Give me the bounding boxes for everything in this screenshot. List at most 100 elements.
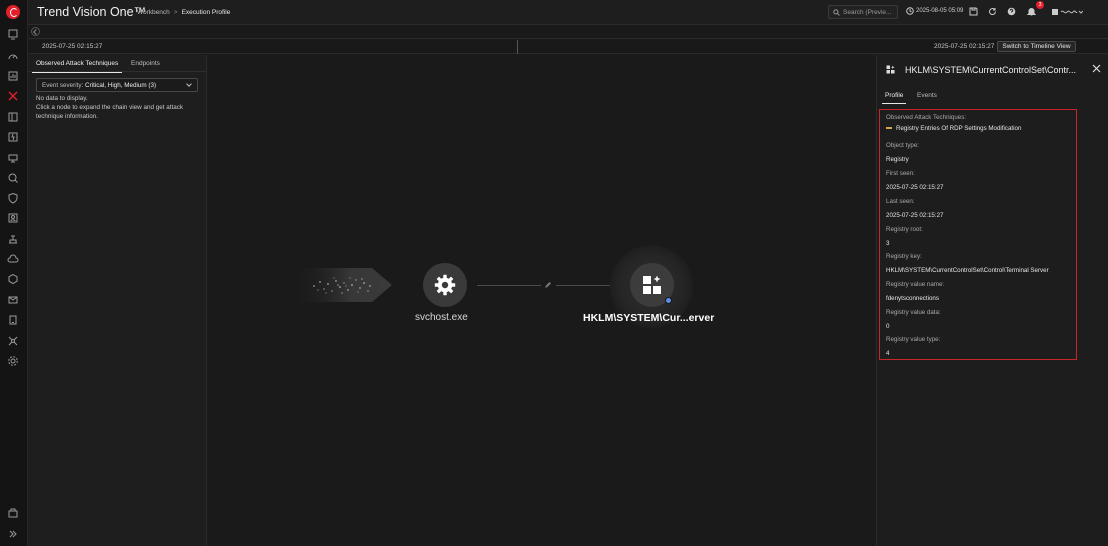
clock-icon xyxy=(906,7,914,15)
notifications-badge: 3 xyxy=(1036,1,1044,9)
gear-icon xyxy=(434,274,456,296)
prop-registry-value-data: Registry value data: 0 xyxy=(886,309,941,330)
registry-icon xyxy=(886,65,895,74)
marketplace-icon[interactable] xyxy=(7,507,19,519)
prop-label: First seen: xyxy=(886,170,915,177)
switch-to-timeline-button[interactable]: Switch to Timeline View xyxy=(997,41,1076,52)
prop-registry-root: Registry root: 3 xyxy=(886,226,923,247)
prop-value: 2025-07-25 02:15:27 xyxy=(886,212,944,219)
zero-trust-icon[interactable] xyxy=(7,335,19,347)
email-icon[interactable] xyxy=(7,294,19,306)
search-query-icon[interactable] xyxy=(7,172,19,184)
prop-last-seen: Last seen: 2025-07-25 02:15:27 xyxy=(886,198,943,219)
global-search-input[interactable]: Search (Previe... xyxy=(828,5,898,19)
prop-object-type: Object type: Registry xyxy=(886,142,919,163)
xdr-icon[interactable] xyxy=(7,90,19,102)
timeline-start: 2025-07-25 02:15:27 xyxy=(42,43,103,50)
tab-profile[interactable]: Profile xyxy=(881,92,907,104)
mobile-icon[interactable] xyxy=(7,314,19,326)
prop-label: Registry value name: xyxy=(886,281,945,288)
prop-value: 3 xyxy=(886,240,890,247)
breadcrumb-current: Execution Profile xyxy=(181,9,231,16)
prop-label: Object type: xyxy=(886,142,920,149)
technique-name: Registry Entries Of RDP Settings Modific… xyxy=(896,125,1022,132)
technique-link[interactable]: Registry Entries Of RDP Settings Modific… xyxy=(886,125,1021,132)
help-icon[interactable] xyxy=(1007,7,1016,16)
timeline-bar: 2025-07-25 02:15:27 2025-07-25 02:15:27 … xyxy=(28,40,1108,54)
prop-registry-value-type: Registry value type: 4 xyxy=(886,336,940,357)
object-details-panel: HKLM\SYSTEM\CurrentControlSet\Contr... P… xyxy=(876,55,1108,546)
user-account-menu[interactable] xyxy=(1051,7,1084,17)
settings-gear-icon[interactable] xyxy=(7,355,19,367)
identity-icon[interactable] xyxy=(7,212,19,224)
breadcrumb: Workbench > Execution Profile xyxy=(137,9,230,16)
left-panel-tabs: Observed Attack Techniques Endpoints xyxy=(28,55,207,73)
prop-registry-value-name: Registry value name: fdenytsconnections xyxy=(886,281,944,302)
search-icon xyxy=(833,9,840,16)
severity-bar-icon xyxy=(886,127,892,130)
dashboard-icon[interactable] xyxy=(7,28,19,40)
prop-label: Registry value type: xyxy=(886,336,941,343)
severity-label: Event severity: xyxy=(42,82,84,89)
prop-value: 0 xyxy=(886,323,890,330)
account-icon xyxy=(1052,9,1084,15)
registry-node-label: HKLM\SYSTEM\Cur...erver xyxy=(583,312,715,324)
reports-icon[interactable] xyxy=(7,70,19,82)
notifications-bell-icon[interactable] xyxy=(1026,7,1037,16)
search-placeholder: Search (Previe... xyxy=(843,9,892,16)
breadcrumb-separator: > xyxy=(173,9,178,16)
no-data-text: No data to display. xyxy=(36,95,88,102)
endpoint-icon[interactable] xyxy=(7,152,19,164)
svchost-node-label: svchost.exe xyxy=(415,312,468,323)
profile-properties-box: Observed Attack Techniques: Registry Ent… xyxy=(879,109,1077,360)
execution-graph-canvas[interactable]: svchost.exe HKLM\SYSTEM\Cur...erver xyxy=(207,55,876,546)
close-icon[interactable] xyxy=(1092,64,1101,73)
prop-observed-attack-techniques: Observed Attack Techniques: Registry Ent… xyxy=(886,114,1021,132)
refresh-icon[interactable] xyxy=(988,7,997,16)
severity-value: Critical, High, Medium (3) xyxy=(85,82,157,89)
details-tabs: Profile Events xyxy=(877,90,1108,104)
empty-state-message: No data to display. Click a node to expa… xyxy=(36,94,196,121)
hint-text: Click a node to expand the chain view an… xyxy=(36,104,184,120)
prop-label: Registry value data: xyxy=(886,309,941,316)
prop-value: HKLM\SYSTEM\CurrentControlSet\Control\Te… xyxy=(886,267,1049,274)
left-nav-rail xyxy=(0,0,28,546)
edge-line xyxy=(477,285,541,286)
clock-time: 2025-08-05 05:09 xyxy=(916,8,964,14)
container-icon[interactable] xyxy=(7,273,19,285)
shield-icon[interactable] xyxy=(7,192,19,204)
registry-icon xyxy=(643,275,661,294)
app-title: Trend Vision One™ xyxy=(37,5,147,19)
prop-label: Registry key: xyxy=(886,253,922,260)
trend-logo-icon[interactable] xyxy=(6,5,20,19)
timeline-slider-handle[interactable] xyxy=(517,40,518,54)
top-bar: Trend Vision One™ Workbench > Execution Pr… xyxy=(28,0,1108,25)
prop-value: 4 xyxy=(886,350,890,357)
workbench-icon[interactable] xyxy=(7,111,19,123)
gauge-icon[interactable] xyxy=(7,50,19,62)
clock-display[interactable]: 2025-08-05 05:09 xyxy=(906,7,964,15)
collapse-panel-button[interactable] xyxy=(31,27,40,36)
prop-value: 2025-07-25 02:15:27 xyxy=(886,184,944,191)
prop-label: Last seen: xyxy=(886,198,915,205)
network-icon[interactable] xyxy=(7,233,19,245)
edit-link-icon[interactable] xyxy=(544,281,552,289)
event-severity-select[interactable]: Event severity: Critical, High, Medium (… xyxy=(36,78,198,92)
save-icon[interactable] xyxy=(969,7,978,16)
svchost-process-node[interactable] xyxy=(423,263,467,307)
cloud-icon[interactable] xyxy=(7,253,19,265)
prop-value: Registry xyxy=(886,156,909,163)
prop-first-seen: First seen: 2025-07-25 02:15:27 xyxy=(886,170,943,191)
prop-value: fdenytsconnections xyxy=(886,295,939,302)
tab-events[interactable]: Events xyxy=(917,92,937,99)
expand-rail-icon[interactable] xyxy=(7,528,19,540)
tab-endpoints[interactable]: Endpoints xyxy=(131,60,160,67)
tab-observed-attack-techniques[interactable]: Observed Attack Techniques xyxy=(31,60,123,73)
breadcrumb-workbench[interactable]: Workbench xyxy=(137,9,170,16)
secondary-toolbar xyxy=(28,25,1108,39)
threat-intel-icon[interactable] xyxy=(7,131,19,143)
parent-process-arrow-node[interactable] xyxy=(290,264,394,306)
selected-indicator-dot xyxy=(665,297,672,304)
details-title: HKLM\SYSTEM\CurrentControlSet\Contr... xyxy=(905,65,1077,75)
attack-techniques-panel: Observed Attack Techniques Endpoints Eve… xyxy=(28,55,207,546)
